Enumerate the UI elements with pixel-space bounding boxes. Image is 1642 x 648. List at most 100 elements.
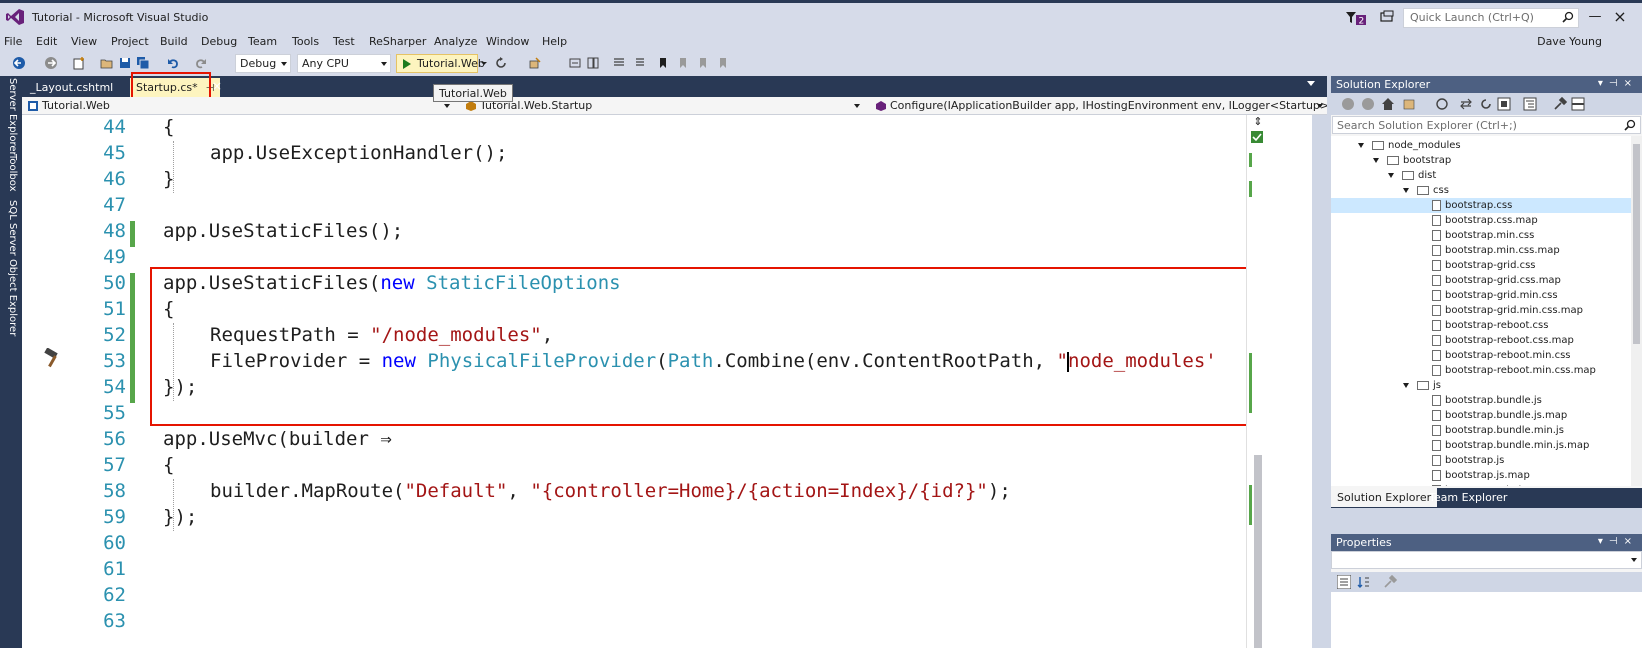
refresh-icon[interactable]: [1479, 97, 1493, 111]
save-all-icon[interactable]: [136, 56, 150, 70]
sync-with-active-document-icon[interactable]: [1459, 97, 1473, 111]
home-icon[interactable]: [1381, 97, 1395, 111]
tree-folder-item[interactable]: bootstrap: [1331, 153, 1631, 168]
editor-vertical-scrollbar[interactable]: ⇕: [1246, 115, 1268, 648]
member-selector[interactable]: Configure(IApplicationBuilder app, IHost…: [872, 98, 1327, 114]
toolbox-tab[interactable]: Toolbox: [4, 154, 18, 192]
code-line[interactable]: 58 builder.MapRoute("Default", "{controll…: [22, 478, 1312, 504]
switch-views-icon[interactable]: [1403, 97, 1417, 111]
solution-explorer-search-input[interactable]: Search Solution Explorer (Ctrl+;): [1332, 116, 1641, 134]
properties-object-selector[interactable]: [1331, 551, 1642, 569]
solution-tree-scroll-thumb[interactable]: [1633, 144, 1640, 344]
menu-view[interactable]: View: [71, 35, 97, 48]
step-over-icon[interactable]: [586, 56, 600, 70]
tree-file-item[interactable]: bootstrap-reboot.css.map: [1331, 333, 1631, 348]
auto-hide-pin-icon[interactable]: ⊣: [1609, 536, 1624, 547]
solution-tree-scrollbar[interactable]: [1631, 136, 1642, 486]
close-panel-icon[interactable]: ×: [1624, 536, 1638, 547]
forward-icon[interactable]: [1361, 97, 1375, 111]
tree-file-item[interactable]: bootstrap.bundle.min.js: [1331, 423, 1631, 438]
menu-tools[interactable]: Tools: [292, 35, 319, 48]
server-explorer-tab[interactable]: Server Explorer: [4, 78, 18, 156]
window-position-icon[interactable]: ▾: [1598, 78, 1609, 89]
tree-file-item[interactable]: bootstrap-reboot.min.css: [1331, 348, 1631, 363]
feedback-icon[interactable]: [1379, 10, 1395, 24]
tree-file-item[interactable]: bootstrap.js: [1331, 453, 1631, 468]
tree-file-item[interactable]: bootstrap.min.js: [1331, 483, 1631, 486]
editor-scroll-thumb[interactable]: [1254, 455, 1262, 648]
tree-folder-item[interactable]: node_modules: [1331, 138, 1631, 153]
code-line[interactable]: 63: [22, 608, 1312, 634]
code-line[interactable]: 61: [22, 556, 1312, 582]
menu-file[interactable]: File: [4, 35, 22, 48]
menu-build[interactable]: Build: [160, 35, 188, 48]
close-panel-icon[interactable]: ×: [1624, 78, 1638, 89]
menu-window[interactable]: Window: [486, 35, 529, 48]
signed-in-user[interactable]: Dave Young: [1537, 35, 1602, 48]
pending-changes-filter-icon[interactable]: [1435, 97, 1449, 111]
document-list-dropdown-icon[interactable]: [1307, 81, 1315, 86]
tree-file-item[interactable]: bootstrap.min.css: [1331, 228, 1631, 243]
menu-test[interactable]: Test: [333, 35, 355, 48]
menu-edit[interactable]: Edit: [36, 35, 57, 48]
tab-team-explorer[interactable]: Team Explorer: [1423, 488, 1513, 507]
minimize-icon[interactable]: —: [1587, 9, 1603, 25]
properties-icon[interactable]: [1553, 97, 1567, 111]
browser-link-icon[interactable]: [528, 56, 542, 70]
tree-file-item[interactable]: bootstrap-grid.min.css.map: [1331, 303, 1631, 318]
tree-file-item[interactable]: bootstrap.js.map: [1331, 468, 1631, 483]
bookmark-icon[interactable]: [656, 56, 670, 70]
menu-debug[interactable]: Debug: [201, 35, 237, 48]
open-file-icon[interactable]: [100, 56, 114, 70]
menu-help[interactable]: Help: [542, 35, 567, 48]
menu-project[interactable]: Project: [111, 35, 149, 48]
project-selector[interactable]: Tutorial.Web: [24, 98, 454, 114]
tree-file-item[interactable]: bootstrap-grid.css.map: [1331, 273, 1631, 288]
menu-analyze[interactable]: Analyze: [434, 35, 477, 48]
tree-file-item[interactable]: bootstrap-grid.min.css: [1331, 288, 1631, 303]
comment-lines-icon[interactable]: [612, 56, 626, 70]
preview-selected-items-icon[interactable]: [1571, 97, 1585, 111]
tab-layout-cshtml[interactable]: _Layout.cshtml: [24, 78, 119, 97]
tree-file-item[interactable]: bootstrap.bundle.min.js.map: [1331, 438, 1631, 453]
tree-file-item[interactable]: bootstrap.bundle.js: [1331, 393, 1631, 408]
expand-triangle-icon[interactable]: [1373, 157, 1379, 163]
redo-icon[interactable]: [194, 56, 208, 70]
code-line[interactable]: 45 app.UseExceptionHandler();: [22, 140, 1312, 166]
solution-platform-select[interactable]: Any CPU: [297, 54, 391, 73]
show-all-files-icon[interactable]: [1523, 97, 1537, 111]
categorized-icon[interactable]: [1337, 575, 1351, 589]
solution-configuration-select[interactable]: Debug: [235, 54, 291, 73]
refresh-icon[interactable]: [494, 56, 508, 70]
alphabetical-icon[interactable]: [1357, 575, 1371, 589]
next-bookmark-icon[interactable]: [696, 56, 710, 70]
code-editor[interactable]: 44 {45 app.UseExceptionHandler(); 46} 47 48 ap…: [22, 115, 1312, 648]
save-icon[interactable]: [118, 56, 132, 70]
tree-file-item[interactable]: bootstrap.css: [1331, 198, 1631, 213]
tree-folder-item[interactable]: js: [1331, 378, 1631, 393]
code-line[interactable]: 47: [22, 192, 1312, 218]
prev-bookmark-icon[interactable]: [676, 56, 690, 70]
class-selector[interactable]: Tutorial.Web.Startup: [462, 98, 864, 114]
step-into-icon[interactable]: [568, 56, 582, 70]
back-icon[interactable]: [12, 56, 26, 70]
code-line[interactable]: 56 app.UseMvc(builder ⇒: [22, 426, 1312, 452]
sql-server-object-explorer-tab[interactable]: SQL Server Object Explorer: [4, 200, 18, 336]
uncomment-lines-icon[interactable]: [632, 56, 646, 70]
code-line[interactable]: 46}: [22, 166, 1312, 192]
tree-file-item[interactable]: bootstrap.min.css.map: [1331, 243, 1631, 258]
expand-triangle-icon[interactable]: [1403, 187, 1409, 193]
collapse-all-icon[interactable]: [1497, 97, 1511, 111]
close-tab-icon[interactable]: ×: [212, 79, 222, 93]
property-grid[interactable]: [1331, 592, 1642, 648]
back-icon[interactable]: [1341, 97, 1355, 111]
code-line[interactable]: 59});: [22, 504, 1312, 530]
tree-file-item[interactable]: bootstrap-grid.css: [1331, 258, 1631, 273]
notifications-filter-icon[interactable]: 2: [1345, 10, 1367, 27]
clear-bookmarks-icon[interactable]: [716, 56, 730, 70]
tree-file-item[interactable]: bootstrap-reboot.min.css.map: [1331, 363, 1631, 378]
split-window-icon[interactable]: ⇕: [1251, 115, 1265, 129]
undo-icon[interactable]: [166, 56, 180, 70]
close-icon[interactable]: ×: [1612, 9, 1628, 25]
new-project-icon[interactable]: [72, 56, 86, 70]
